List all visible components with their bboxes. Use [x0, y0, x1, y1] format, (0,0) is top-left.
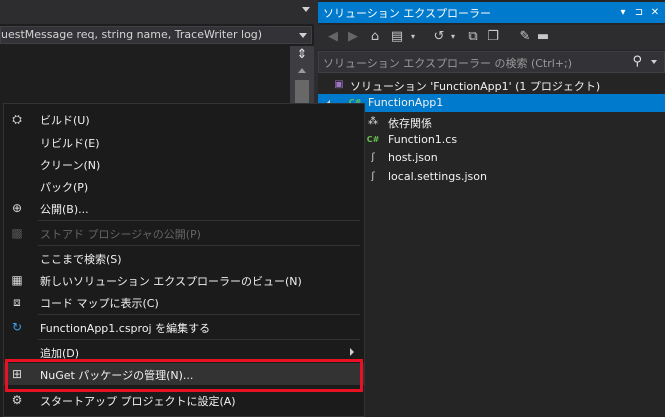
menu-separator — [38, 220, 360, 221]
menu-item-label: コード マップに表示(C) — [40, 297, 159, 310]
menu-item-label: ストアド プロシージャの公開(P) — [40, 228, 201, 241]
json-file-icon: ʃ — [371, 171, 375, 182]
csharp-file-icon: C# — [366, 135, 380, 144]
tree-item-label: host.json — [388, 151, 438, 164]
forward-icon[interactable]: ▶ — [344, 28, 362, 46]
store-publish-icon: ▩ — [11, 226, 23, 240]
pin-icon[interactable]: ⊐ — [632, 5, 646, 20]
editor-tab-strip — [0, 0, 314, 24]
menu-item-clean[interactable]: クリーン(N) — [4, 153, 364, 175]
show-all-files-icon[interactable]: ❐ — [484, 28, 502, 46]
menu-separator — [38, 339, 360, 340]
chevron-down-icon — [299, 33, 307, 38]
menu-item-label: クリーン(N) — [40, 159, 101, 172]
tree-item-host-json[interactable]: ʃ host.json — [318, 149, 665, 167]
split-window-icon[interactable]: ⇕ — [295, 48, 309, 62]
menu-separator — [38, 245, 360, 246]
menu-item-pack[interactable]: パック(P) — [4, 175, 364, 197]
solution-explorer-search-input[interactable]: ソリューション エクスプローラー の検索 (Ctrl+;) ⚲ — [318, 51, 665, 73]
menu-item-scope-to-this[interactable]: ここまで検索(S) — [4, 247, 364, 269]
menu-item-label: パック(P) — [40, 181, 89, 194]
publish-icon: ⊕ — [11, 201, 23, 215]
edit-project-icon: ↻ — [11, 320, 23, 334]
menu-item-publish-stored-procedures: ▩ ストアド プロシージャの公開(P) — [4, 222, 364, 244]
solution-icon: ▣ — [334, 79, 344, 90]
tree-item-project[interactable]: ◢ C# FunctionApp1 — [318, 94, 665, 112]
tree-item-solution[interactable]: ▣ ソリューション 'FunctionApp1' (1 プロジェクト) — [318, 76, 665, 94]
chevron-down-icon[interactable]: ▾ — [444, 28, 462, 46]
solution-explorer-title: ソリューション エクスプローラー — [323, 7, 491, 20]
menu-item-publish[interactable]: ⊕ 公開(B)... — [4, 197, 364, 219]
menu-item-rebuild[interactable]: リビルド(E) — [4, 131, 364, 153]
tree-item-label: ソリューション 'FunctionApp1' (1 プロジェクト) — [350, 80, 601, 93]
json-file-icon: ʃ — [371, 152, 375, 163]
menu-item-new-explorer-view[interactable]: ▦ 新しいソリューション エクスプローラーのビュー(N) — [4, 269, 364, 291]
menu-item-label: FunctionApp1.csproj を編集する — [40, 322, 211, 335]
chevron-down-icon[interactable]: ▾ — [404, 28, 422, 46]
tree-item-local-settings-json[interactable]: ʃ local.settings.json — [318, 168, 665, 186]
menu-item-set-startup-project[interactable]: ⚙ スタートアップ プロジェクトに設定(A) — [4, 389, 364, 411]
scroll-up-icon[interactable] — [298, 68, 306, 73]
tree-item-label: local.settings.json — [388, 170, 487, 183]
solution-explorer-toolbar: ◀ ▶ ⌂ ▤ ▾ ↺ ▾ ⧉ ❐ ✎ ▬ — [318, 25, 665, 50]
menu-item-show-on-code-map[interactable]: ⧈ コード マップに表示(C) — [4, 291, 364, 313]
tab-list-dropdown-icon[interactable] — [302, 7, 310, 12]
search-icon[interactable]: ⚲ — [632, 54, 642, 69]
new-view-icon: ▦ — [11, 273, 23, 287]
dependencies-icon: ⁂ — [368, 116, 378, 127]
member-navigation-dropdown[interactable]: uestMessage req, string name, TraceWrite… — [0, 26, 312, 44]
preview-icon[interactable]: ▬ — [534, 28, 552, 46]
search-placeholder: ソリューション エクスプローラー の検索 (Ctrl+;) — [323, 57, 573, 70]
menu-item-label: リビルド(E) — [40, 137, 100, 150]
chevron-down-icon[interactable] — [651, 60, 657, 64]
menu-item-label: 新しいソリューション エクスプローラーのビュー(N) — [40, 275, 302, 288]
tree-item-label: 依存関係 — [388, 117, 432, 130]
project-context-menu: ⛭ ビルド(U) リビルド(E) クリーン(N) パック(P) ⊕ 公開(B).… — [3, 103, 365, 417]
solution-explorer: ソリューション エクスプローラー ▾ ⊐ ✕ ◀ ▶ ⌂ ▤ ▾ ↺ ▾ ⧉ ❐… — [318, 0, 665, 417]
menu-item-edit-csproj[interactable]: ↻ FunctionApp1.csproj を編集する — [4, 316, 364, 338]
tree-item-function1[interactable]: C# Function1.cs — [318, 131, 665, 149]
tree-item-label: FunctionApp1 — [368, 96, 444, 109]
menu-item-label: スタートアップ プロジェクトに設定(A) — [40, 395, 236, 408]
home-icon[interactable]: ⌂ — [366, 28, 384, 46]
menu-item-build[interactable]: ⛭ ビルド(U) — [4, 108, 364, 130]
solution-tree: ▣ ソリューション 'FunctionApp1' (1 プロジェクト) ◢ C#… — [318, 76, 665, 417]
menu-item-label: ここまで検索(S) — [40, 253, 122, 266]
tree-item-label: Function1.cs — [388, 133, 458, 146]
solution-explorer-title-bar: ソリューション エクスプローラー ▾ ⊐ ✕ — [318, 2, 665, 23]
menu-item-label: 公開(B)... — [40, 203, 89, 216]
build-icon: ⛭ — [12, 112, 22, 126]
back-icon[interactable]: ◀ — [324, 28, 342, 46]
member-navigation-text: uestMessage req, string name, TraceWrite… — [1, 28, 263, 41]
window-position-icon[interactable]: ▾ — [616, 5, 630, 20]
submenu-arrow-icon — [350, 348, 354, 356]
highlight-outline — [5, 359, 363, 392]
collapse-all-icon[interactable]: ⧉ — [464, 28, 482, 46]
code-map-icon: ⧈ — [13, 295, 21, 309]
properties-icon[interactable]: ✎ — [516, 28, 534, 46]
menu-separator — [38, 314, 360, 315]
menu-item-label: ビルド(U) — [40, 114, 90, 127]
close-icon[interactable]: ✕ — [648, 5, 662, 20]
settings-gear-icon: ⚙ — [11, 393, 23, 407]
tree-item-dependencies[interactable]: ⁂ 依存関係 — [318, 113, 665, 131]
